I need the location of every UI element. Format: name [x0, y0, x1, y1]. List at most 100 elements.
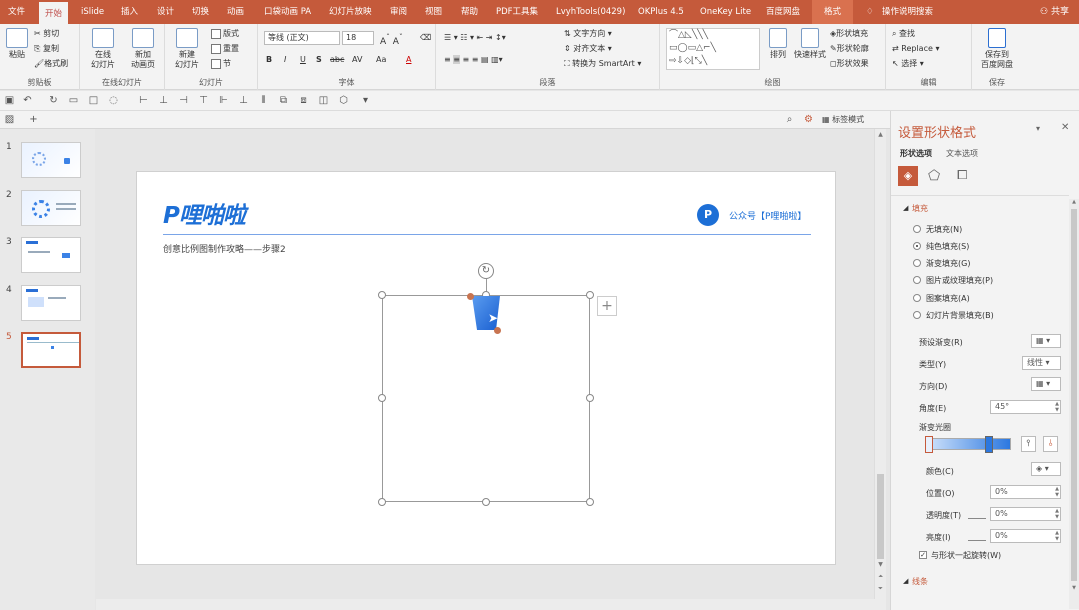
size-properties-icon[interactable]: ⧠ — [957, 168, 967, 183]
spacing-icon[interactable]: AV — [352, 54, 362, 65]
add-stop-icon[interactable]: ⫯ — [1021, 436, 1036, 452]
replace-button[interactable]: ⇄ Replace ▾ — [892, 43, 939, 54]
spinner-icon[interactable]: ▲ ▼ — [1055, 530, 1059, 542]
vertical-scrollbar[interactable]: ▲ ▼ ⏶ ⏷ — [874, 129, 886, 599]
tab-view[interactable]: 视图 — [425, 0, 442, 24]
new-file-icon[interactable]: □ — [88, 95, 99, 106]
scroll-up-icon[interactable]: ▲ — [1069, 199, 1079, 205]
resize-handle-w[interactable] — [378, 394, 386, 402]
new-slide-button[interactable]: 新建 幻灯片 — [171, 28, 203, 70]
option-pattern-fill[interactable]: 图案填充(A) — [926, 293, 970, 304]
collapse-fill-icon[interactable]: ◢ — [903, 204, 908, 212]
line-section-header[interactable]: 线条 — [912, 576, 928, 587]
collapse-line-icon[interactable]: ◢ — [903, 577, 908, 585]
align-bottom-icon[interactable]: ⊥ — [238, 95, 249, 106]
settings-icon[interactable]: ⚙ — [803, 114, 814, 125]
add-icon[interactable]: + — [28, 114, 39, 125]
pane-scrollbar[interactable]: ▲ ▼ — [1069, 199, 1079, 609]
resize-handle-ne[interactable] — [586, 291, 594, 299]
ungroup-icon[interactable]: ⧈ — [298, 95, 309, 106]
tab-baidu[interactable]: 百度网盘 — [766, 0, 800, 24]
customize-qat-icon[interactable]: ▾ — [360, 95, 371, 106]
group-icon[interactable]: ⧉ — [278, 95, 289, 106]
grow-font-icon[interactable]: Aˆ Aˇ — [380, 32, 403, 48]
find-button[interactable]: ⌕ 查找 — [892, 28, 915, 39]
strike-button[interactable]: abc — [330, 54, 344, 65]
align-top-icon[interactable]: ⊤ — [198, 95, 209, 106]
section-button[interactable]: 节 — [211, 58, 231, 69]
save-baidu-button[interactable]: 保存到 百度网盘 — [976, 28, 1018, 70]
text-direction-button[interactable]: ⇅ 文字方向 ▾ — [564, 28, 612, 39]
tab-pdf[interactable]: PDF工具集 — [496, 0, 538, 24]
union-icon[interactable]: ◫ — [318, 95, 329, 106]
direction-dropdown[interactable]: ▦ ▾ — [1031, 377, 1061, 391]
undo-icon[interactable]: ↶ — [22, 95, 33, 106]
tab-animations[interactable]: 动画 — [227, 0, 244, 24]
merge-icon[interactable]: ⬡ — [338, 95, 349, 106]
type-dropdown[interactable]: 线性 ▾ — [1022, 356, 1061, 370]
tell-me-search[interactable]: 操作说明搜索 — [882, 0, 933, 24]
scroll-down-icon[interactable]: ▼ — [875, 561, 886, 568]
align-left-icon[interactable]: ⊢ — [138, 95, 149, 106]
layout-button[interactable]: 版式 — [211, 28, 239, 39]
format-painter-button[interactable]: 🖌格式刷 — [34, 58, 68, 69]
resize-handle-sw[interactable] — [378, 498, 386, 506]
slide-thumbnail-5[interactable] — [21, 332, 81, 368]
slide-subtitle[interactable]: 创意比例图制作攻略——步骤2 — [163, 242, 286, 255]
clear-format-icon[interactable]: ⌫ — [420, 32, 431, 43]
tab-design[interactable]: 设计 — [157, 0, 174, 24]
save-icon[interactable]: ▣ — [4, 95, 15, 106]
pane-scroll-thumb[interactable] — [1071, 209, 1077, 581]
bullets-icon[interactable]: ☰ ▾ ☷ ▾ ⇤ ⇥ ↕▾ — [444, 32, 506, 43]
resize-handle-nw[interactable] — [378, 291, 386, 299]
image-icon[interactable]: ▨ — [4, 114, 15, 125]
align-right-icon[interactable]: ⊣ — [178, 95, 189, 106]
position-input[interactable]: 0% ▲ ▼ — [990, 485, 1061, 499]
horizontal-scrollbar[interactable] — [96, 599, 886, 610]
radio-gradient-fill[interactable] — [913, 259, 921, 267]
angle-input[interactable]: 45° ▲ ▼ — [990, 400, 1061, 414]
tab-insert[interactable]: 插入 — [121, 0, 138, 24]
shadow-button[interactable]: S — [316, 54, 322, 65]
slide-thumbnail-2[interactable] — [21, 190, 81, 226]
tab-shape-options[interactable]: 形状选项 — [900, 148, 932, 159]
spinner-icon[interactable]: ▲ ▼ — [1055, 508, 1059, 520]
effects-pentagon-icon[interactable]: ⬠ — [928, 168, 940, 184]
shape-effects-button[interactable]: ◻形状效果 — [830, 58, 869, 69]
tab-slideshow[interactable]: 幻灯片放映 — [329, 0, 372, 24]
font-size-select[interactable]: 18 — [342, 31, 374, 45]
align-middle-icon[interactable]: ⊩ — [218, 95, 229, 106]
resize-handle-se[interactable] — [586, 498, 594, 506]
resize-handle-s[interactable] — [482, 498, 490, 506]
online-slides-button[interactable]: 在线 幻灯片 — [88, 28, 118, 70]
shape-fill-button[interactable]: ◈形状填充 — [830, 28, 868, 39]
share-button[interactable]: ⚇ 共享 — [1040, 0, 1069, 24]
shape-outline-button[interactable]: ✎形状轮廓 — [830, 43, 869, 54]
align-text-button[interactable]: ⇕ 对齐文本 ▾ — [564, 43, 612, 54]
adjust-handle[interactable] — [494, 327, 501, 334]
radio-solid-fill[interactable] — [913, 242, 921, 250]
slide-thumbnail-4[interactable] — [21, 285, 81, 321]
scroll-down-icon[interactable]: ▼ — [1069, 585, 1079, 591]
radio-slide-bg-fill[interactable] — [913, 311, 921, 319]
transparency-input[interactable]: 0% ▲ ▼ — [990, 507, 1061, 521]
align-icons[interactable]: ≡ ≡ ≡ ≡ ▤ ▥▾ — [444, 54, 503, 65]
brightness-input[interactable]: 0% ▲ ▼ — [990, 529, 1061, 543]
scroll-up-icon[interactable]: ▲ — [875, 131, 886, 138]
rotate-with-shape-label[interactable]: 与形状一起旋转(W) — [931, 550, 1001, 561]
tab-file[interactable]: 文件 — [8, 0, 25, 24]
option-picture-fill[interactable]: 图片或纹理填充(P) — [926, 275, 993, 286]
spinner-icon[interactable]: ▲ ▼ — [1055, 486, 1059, 498]
arrange-button[interactable]: 排列 — [766, 28, 790, 60]
fill-section-header[interactable]: 填充 — [912, 203, 928, 214]
slide-logo-text[interactable]: P哩啪啦 — [163, 196, 246, 230]
change-case-button[interactable]: Aa — [376, 54, 386, 65]
cut-button[interactable]: ✂ 剪切 — [34, 28, 59, 39]
tab-review[interactable]: 审阅 — [390, 0, 407, 24]
font-color-icon[interactable]: A — [406, 54, 411, 65]
distribute-icon[interactable]: ⫴ — [258, 95, 269, 106]
tab-pocket-anim[interactable]: 口袋动画 PA — [264, 0, 311, 24]
align-center-icon[interactable]: ⊥ — [158, 95, 169, 106]
tab-transitions[interactable]: 切换 — [192, 0, 209, 24]
reset-button[interactable]: 重置 — [211, 43, 239, 54]
